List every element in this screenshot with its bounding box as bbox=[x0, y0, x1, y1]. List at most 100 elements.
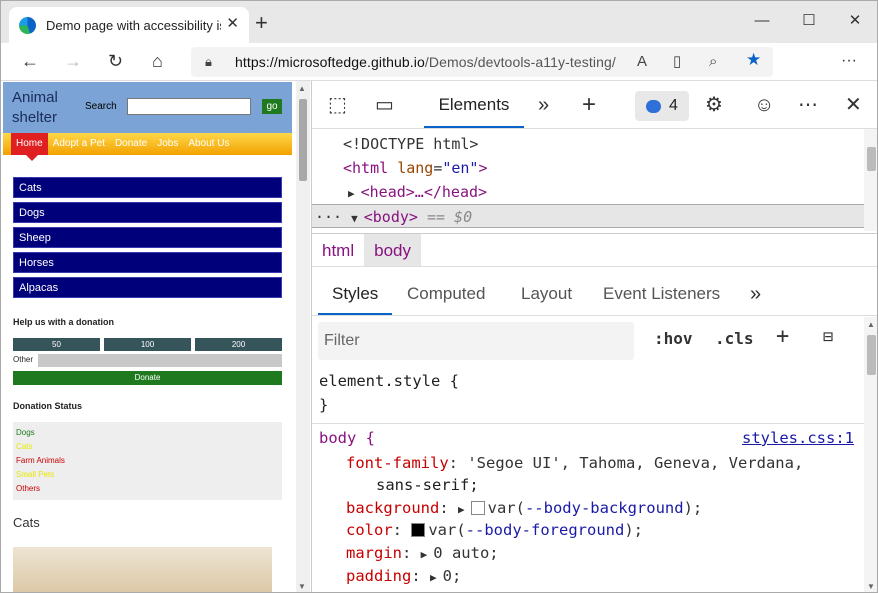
favorite-star-icon[interactable]: ★ bbox=[746, 51, 761, 68]
close-tab-icon[interactable]: ✕ bbox=[226, 16, 239, 32]
edge-favicon-icon bbox=[19, 16, 36, 34]
collapse-triangle-icon[interactable]: ▼ bbox=[351, 212, 358, 225]
amount-200-button[interactable]: 200 bbox=[195, 338, 282, 351]
animal-link-horses[interactable]: Horses bbox=[13, 252, 282, 273]
color-swatch[interactable] bbox=[411, 523, 426, 537]
source-link[interactable]: styles.css:1 bbox=[742, 427, 854, 449]
head-tag: <head>…</head> bbox=[360, 183, 488, 201]
feedback-icon[interactable]: ☺ bbox=[754, 93, 774, 117]
search-input[interactable] bbox=[127, 98, 251, 115]
logo-line-1: Animal bbox=[12, 89, 58, 106]
back-arrow-icon[interactable]: ← bbox=[21, 51, 39, 71]
tab-strip: Demo page with accessibility issues ✕ + … bbox=[1, 1, 877, 43]
nav-about[interactable]: About Us bbox=[183, 133, 234, 155]
doctype-text: <!DOCTYPE html> bbox=[343, 135, 479, 153]
nav-adopt[interactable]: Adopt a Pet bbox=[48, 133, 110, 155]
decl-margin[interactable]: margin: ▶ 0 auto; bbox=[346, 542, 499, 566]
decl-background[interactable]: background: ▶ var(--body-background); bbox=[346, 497, 702, 521]
browser-tab[interactable]: Demo page with accessibility issues ✕ bbox=[9, 7, 249, 43]
add-tab-icon[interactable]: + bbox=[582, 93, 596, 117]
decl-color[interactable]: color: var(--body-foreground); bbox=[346, 519, 643, 541]
maximize-button[interactable]: ☐ bbox=[799, 11, 819, 31]
breadcrumb: html body bbox=[312, 233, 877, 267]
dom-tree: <!DOCTYPE html> <html lang="en"> ▶ <head>… bbox=[312, 129, 864, 231]
go-button[interactable]: go bbox=[262, 99, 282, 114]
dom-body-selected[interactable]: ··· ▼ <body> == $0 bbox=[312, 204, 864, 228]
expand-triangle-icon[interactable]: ▶ bbox=[430, 571, 437, 584]
crumb-html[interactable]: html bbox=[312, 234, 364, 266]
expand-triangle-icon[interactable]: ▶ bbox=[348, 187, 355, 200]
prop-value: 'Segoe UI', Tahoma, Geneva, Verdana, bbox=[467, 454, 804, 472]
styles-scrollbar[interactable]: ▲ ▼ bbox=[864, 317, 877, 592]
read-aloud-icon[interactable]: A bbox=[637, 54, 647, 70]
more-tabs-chevron-icon[interactable]: » bbox=[538, 93, 549, 117]
issues-button[interactable]: 4 bbox=[635, 91, 689, 121]
settings-more-icon[interactable]: ··· bbox=[841, 51, 857, 71]
nav-donate[interactable]: Donate bbox=[110, 133, 152, 155]
tab-title: Demo page with accessibility issues bbox=[46, 17, 221, 33]
immersive-reader-icon[interactable]: ▯ bbox=[673, 54, 681, 70]
animal-link-sheep[interactable]: Sheep bbox=[13, 227, 282, 248]
styles-subtabs: Styles Computed Layout Event Listeners » bbox=[312, 270, 877, 316]
close-devtools-icon[interactable]: ✕ bbox=[845, 93, 862, 117]
close-window-button[interactable]: ✕ bbox=[845, 11, 865, 31]
scroll-down-icon[interactable]: ▼ bbox=[298, 582, 306, 591]
expand-triangle-icon[interactable]: ▶ bbox=[458, 503, 465, 516]
element-style-selector[interactable]: element.style { bbox=[319, 370, 459, 392]
animal-link-cats[interactable]: Cats bbox=[13, 177, 282, 198]
body-rule-selector[interactable]: body { bbox=[319, 427, 375, 449]
tab-layout[interactable]: Layout bbox=[521, 270, 572, 315]
nav-home[interactable]: Home bbox=[11, 133, 48, 161]
scroll-up-icon[interactable]: ▲ bbox=[298, 84, 306, 93]
more-subtabs-chevron-icon[interactable]: » bbox=[750, 270, 761, 315]
customize-more-icon[interactable]: ⋯ bbox=[798, 93, 818, 117]
browser-window: Demo page with accessibility issues ✕ + … bbox=[0, 0, 878, 593]
cls-button[interactable]: .cls bbox=[715, 329, 754, 348]
animal-link-dogs[interactable]: Dogs bbox=[13, 202, 282, 223]
element-style-close: } bbox=[319, 396, 329, 414]
dom-head[interactable]: ▶ <head>…</head> bbox=[348, 180, 487, 204]
tab-event-listeners[interactable]: Event Listeners bbox=[603, 270, 720, 315]
hov-button[interactable]: :hov bbox=[654, 329, 693, 348]
settings-gear-icon[interactable]: ⚙ bbox=[705, 93, 723, 117]
search-label: Search bbox=[85, 101, 117, 112]
tab-elements[interactable]: Elements bbox=[424, 81, 524, 128]
dom-scrollbar[interactable] bbox=[864, 129, 877, 231]
scroll-up-icon[interactable]: ▲ bbox=[867, 320, 875, 329]
decl-padding[interactable]: padding: ▶ 0; bbox=[346, 565, 461, 589]
amount-100-button[interactable]: 100 bbox=[104, 338, 191, 351]
styles-scroll-thumb[interactable] bbox=[867, 335, 876, 375]
forward-arrow-icon[interactable]: → bbox=[64, 51, 82, 71]
site-logo[interactable]: Animal shelter bbox=[12, 88, 58, 128]
amount-50-button[interactable]: 50 bbox=[13, 338, 100, 351]
crumb-body[interactable]: body bbox=[364, 234, 421, 266]
animal-link-alpacas[interactable]: Alpacas bbox=[13, 277, 282, 298]
dom-html[interactable]: <html lang="en"> bbox=[343, 156, 488, 180]
expand-triangle-icon[interactable]: ▶ bbox=[421, 548, 428, 561]
scroll-down-icon[interactable]: ▼ bbox=[867, 582, 875, 591]
decl-font-family[interactable]: font-family: 'Segoe UI', Tahoma, Geneva,… bbox=[346, 452, 803, 474]
new-tab-button[interactable]: + bbox=[255, 12, 268, 34]
tab-styles[interactable]: Styles bbox=[318, 270, 393, 315]
zoom-icon[interactable]: ⌕ bbox=[709, 54, 717, 70]
toggle-sidebar-icon[interactable]: ⊟ bbox=[823, 327, 833, 347]
dom-ellipsis: ··· bbox=[315, 208, 343, 226]
page-scroll-thumb[interactable] bbox=[299, 99, 307, 181]
dom-doctype[interactable]: <!DOCTYPE html> bbox=[343, 132, 478, 156]
page-scrollbar[interactable]: ▲ ▼ bbox=[296, 81, 310, 592]
donate-button[interactable]: Donate bbox=[13, 371, 282, 385]
dom-scroll-thumb[interactable] bbox=[867, 147, 876, 171]
lock-icon[interactable]: 🔒︎ bbox=[205, 54, 223, 70]
minimize-button[interactable]: — bbox=[752, 11, 772, 31]
color-swatch[interactable] bbox=[470, 501, 485, 515]
tab-computed[interactable]: Computed bbox=[407, 270, 485, 315]
other-amount-input[interactable] bbox=[38, 354, 282, 367]
home-icon[interactable]: ⌂ bbox=[152, 51, 163, 71]
inspect-element-icon[interactable]: ⬚ bbox=[328, 93, 347, 117]
refresh-icon[interactable]: ↻ bbox=[108, 51, 123, 71]
device-emulation-icon[interactable]: ▭ bbox=[375, 93, 394, 117]
styles-filter-input[interactable]: Filter bbox=[318, 322, 634, 360]
address-bar[interactable]: 🔒︎ https://microsoftedge.github.io/Demos… bbox=[191, 47, 773, 77]
new-style-rule-icon[interactable]: + bbox=[776, 324, 789, 349]
nav-jobs[interactable]: Jobs bbox=[152, 133, 183, 155]
